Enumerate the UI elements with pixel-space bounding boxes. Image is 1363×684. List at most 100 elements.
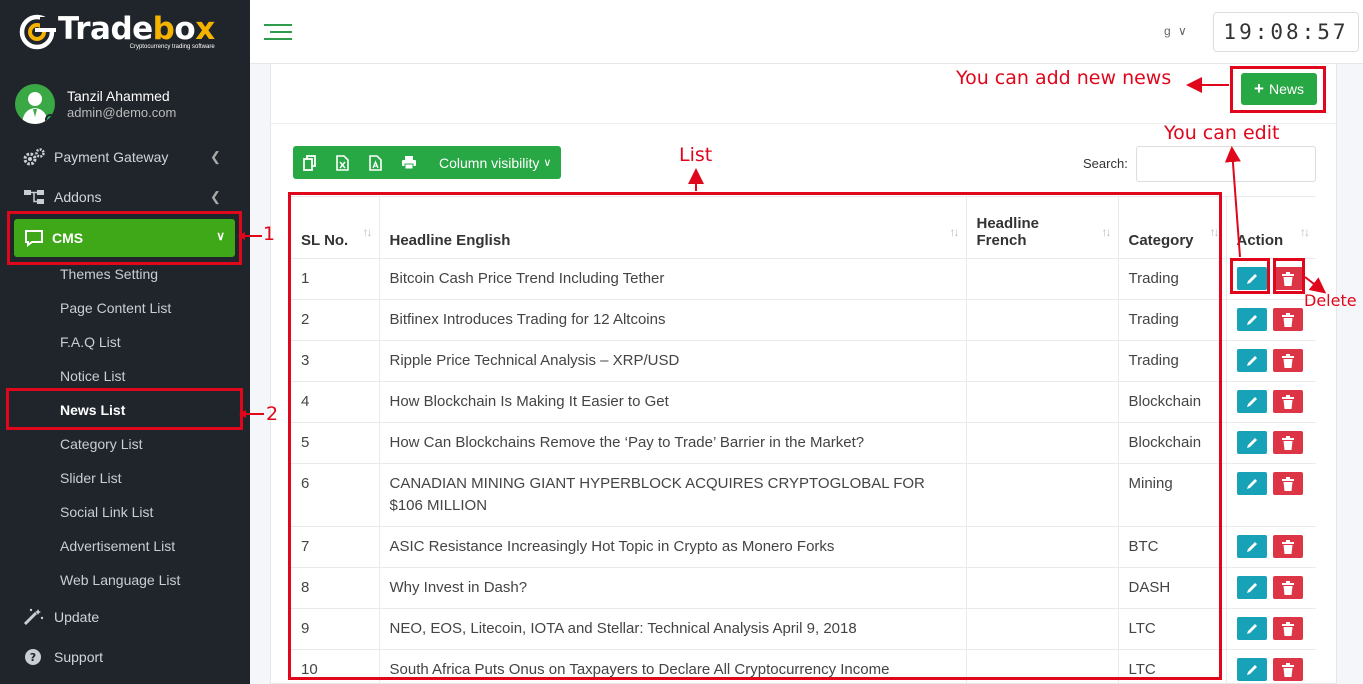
copy-icon <box>302 154 316 171</box>
pencil-icon <box>1246 541 1257 552</box>
delete-button[interactable] <box>1272 308 1303 331</box>
edit-button[interactable] <box>1236 390 1267 413</box>
cell-action <box>1226 567 1316 609</box>
delete-button[interactable] <box>1272 617 1303 640</box>
edit-button[interactable] <box>1236 431 1267 454</box>
edit-button[interactable] <box>1236 617 1267 640</box>
cell-action <box>1226 526 1316 568</box>
hamburger-menu-icon[interactable] <box>264 24 292 45</box>
annotation-edit: You can edit <box>1164 122 1280 144</box>
annotation-delete: Delete <box>1304 291 1357 310</box>
pdf-export-button[interactable] <box>359 146 392 179</box>
trash-icon <box>1281 539 1294 554</box>
annotation-add-news: You can add new news <box>956 67 1172 89</box>
cell-action <box>1226 608 1316 650</box>
sidebar: Tradebox Cryptocurrency trading software… <box>0 0 250 684</box>
delete-button[interactable] <box>1272 349 1303 372</box>
excel-file-icon <box>336 154 349 171</box>
pdf-file-icon <box>369 154 382 171</box>
sidebar-subitem-advertisement-list[interactable]: Advertisement List <box>60 538 175 554</box>
column-header-action[interactable]: Action ↑↓ <box>1226 196 1316 259</box>
logo-mark-icon <box>18 13 56 51</box>
annotation-list: List <box>679 144 713 166</box>
brand-name: Tradebox <box>58 11 215 47</box>
print-icon <box>401 156 416 170</box>
pencil-icon <box>1246 355 1257 366</box>
delete-button[interactable] <box>1272 576 1303 599</box>
sidebar-subitem-themes-setting[interactable]: Themes Setting <box>60 266 158 282</box>
sidebar-item-update[interactable]: Update <box>22 608 99 626</box>
sidebar-subitem-category-list[interactable]: Category List <box>60 436 142 452</box>
sidebar-item-addons[interactable]: Addons ❮ <box>22 188 221 206</box>
annotation-box-edit <box>1230 258 1270 294</box>
search-input[interactable] <box>1136 146 1316 182</box>
search-label: Search: <box>1083 156 1128 171</box>
annotation-box-add-news <box>1230 66 1326 113</box>
card-header: + News <box>271 64 1336 124</box>
user-email: admin@demo.com <box>67 105 177 120</box>
cell-action <box>1226 299 1316 341</box>
pencil-icon <box>1246 664 1257 675</box>
chevron-down-icon: ∨ <box>1178 24 1187 38</box>
annotation-box-cms <box>7 211 242 265</box>
question-circle-icon: ? <box>22 648 46 666</box>
pencil-icon <box>1246 582 1257 593</box>
delete-button[interactable] <box>1272 390 1303 413</box>
user-name: Tanzil Ahammed <box>67 88 170 104</box>
delete-button[interactable] <box>1272 431 1303 454</box>
sort-icon: ↑↓ <box>1300 225 1310 239</box>
sidebar-item-support[interactable]: ? Support <box>22 648 103 666</box>
delete-button[interactable] <box>1272 658 1303 681</box>
excel-export-button[interactable] <box>326 146 359 179</box>
column-visibility-button[interactable]: Column visibility ∨ <box>425 155 561 171</box>
cell-action <box>1226 422 1316 464</box>
cell-action <box>1226 463 1316 527</box>
trash-icon <box>1281 435 1294 450</box>
edit-button[interactable] <box>1236 576 1267 599</box>
delete-button[interactable] <box>1272 472 1303 495</box>
pencil-icon <box>1246 437 1257 448</box>
trash-icon <box>1281 621 1294 636</box>
trash-icon <box>1281 394 1294 409</box>
sidebar-subitem-page-content-list[interactable]: Page Content List <box>60 300 171 316</box>
sidebar-subitem-social-link-list[interactable]: Social Link List <box>60 504 153 520</box>
delete-button[interactable] <box>1272 535 1303 558</box>
edit-button[interactable] <box>1236 308 1267 331</box>
annotation-box-news-list <box>6 388 243 430</box>
sidebar-subitem-faq-list[interactable]: F.A.Q List <box>60 334 121 350</box>
pencil-icon <box>1246 314 1257 325</box>
digital-clock: 19:08:57 <box>1213 12 1359 52</box>
avatar <box>15 84 55 124</box>
sidebar-subitem-web-language-list[interactable]: Web Language List <box>60 572 180 588</box>
sidebar-subitem-notice-list[interactable]: Notice List <box>60 368 125 384</box>
edit-button[interactable] <box>1236 349 1267 372</box>
svg-text:?: ? <box>30 651 36 664</box>
brand-logo[interactable]: Tradebox Cryptocurrency trading software <box>18 10 215 54</box>
trash-icon <box>1281 353 1294 368</box>
chevron-left-icon: ❮ <box>210 189 221 204</box>
chevron-down-icon: ∨ <box>543 157 552 169</box>
cell-action <box>1226 340 1316 382</box>
annotation-box-list <box>288 192 1222 680</box>
table-export-toolbar: Column visibility ∨ <box>293 146 562 179</box>
annotation-number-2: 2 <box>266 403 279 425</box>
trash-icon <box>1281 662 1294 677</box>
trash-icon <box>1281 580 1294 595</box>
print-button[interactable] <box>392 146 425 179</box>
language-dropdown[interactable]: g ∨ <box>1164 24 1187 38</box>
online-status-dot <box>45 114 55 124</box>
pencil-icon <box>1246 623 1257 634</box>
edit-button[interactable] <box>1236 472 1267 495</box>
pencil-icon <box>1246 396 1257 407</box>
copy-button[interactable] <box>293 146 326 179</box>
top-header: g ∨ 19:08:57 <box>250 0 1363 64</box>
annotation-box-delete <box>1273 258 1305 294</box>
sitemap-icon <box>22 188 46 206</box>
sidebar-item-payment-gateway[interactable]: Payment Gateway ❮ <box>22 148 221 166</box>
sidebar-subitem-slider-list[interactable]: Slider List <box>60 470 121 486</box>
edit-button[interactable] <box>1236 535 1267 558</box>
user-panel[interactable]: Tanzil Ahammed admin@demo.com <box>15 84 176 124</box>
cell-action <box>1226 649 1316 684</box>
cell-action <box>1226 381 1316 423</box>
edit-button[interactable] <box>1236 658 1267 681</box>
